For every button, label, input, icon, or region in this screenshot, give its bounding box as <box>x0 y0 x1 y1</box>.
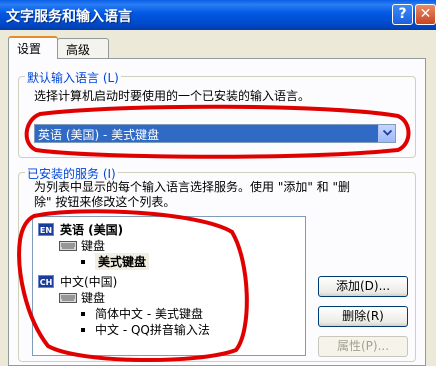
tree-service-us-keyboard[interactable]: 美式键盘 <box>95 253 150 270</box>
tree-service-simplified-us-keyboard[interactable]: 简体中文 - 美式键盘 <box>95 305 203 322</box>
installed-services-description-1: 为列表中显示的每个输入语言选择服务。使用 "添加" 和 "删 <box>34 180 351 194</box>
installed-services-tree[interactable]: EN 英语 (美国) 键盘 美式键盘 CH 中文(中国) 键盘 简体中文 - 美… <box>32 216 306 356</box>
chevron-down-icon[interactable] <box>378 125 395 142</box>
tree-language-en[interactable]: 英语 (美国) <box>60 221 123 238</box>
window-title: 文字服务和输入语言 <box>6 9 132 25</box>
installed-services-description-2: 除" 按钮来修改这个列表。 <box>34 195 176 209</box>
keyboard-icon <box>59 241 77 251</box>
default-language-select[interactable]: 英语 (美国) - 美式键盘 <box>34 124 396 143</box>
language-ch-icon: CH <box>38 275 54 288</box>
title-bar: 文字服务和输入语言 ? ✕ <box>0 0 436 30</box>
tab-advanced[interactable]: 高级 <box>57 38 109 58</box>
tree-language-ch[interactable]: 中文(中国) <box>60 273 117 290</box>
default-language-description: 选择计算机启动时要使用的一个已安装的输入语言。 <box>34 89 311 103</box>
default-language-value: 英语 (美国) - 美式键盘 <box>38 128 160 142</box>
help-button[interactable]: ? <box>392 4 413 25</box>
remove-button[interactable]: 删除(R) <box>318 306 408 327</box>
close-button[interactable]: ✕ <box>415 4 436 25</box>
add-button[interactable]: 添加(D)... <box>318 276 408 297</box>
default-language-label: 默认输入语言 (L) <box>25 69 121 86</box>
tree-category-keyboard-ch[interactable]: 键盘 <box>81 289 105 306</box>
tab-settings[interactable]: 设置 <box>8 36 58 59</box>
tree-service-qq-pinyin[interactable]: 中文 - QQ拼音输入法 <box>95 321 210 338</box>
properties-button[interactable]: 属性(P)... <box>318 336 408 357</box>
keyboard-icon <box>59 293 77 303</box>
tree-category-keyboard-en[interactable]: 键盘 <box>81 237 105 254</box>
bullet-icon <box>81 312 85 316</box>
bullet-icon <box>81 260 85 264</box>
language-en-icon: EN <box>38 223 54 236</box>
bullet-icon <box>81 328 85 332</box>
